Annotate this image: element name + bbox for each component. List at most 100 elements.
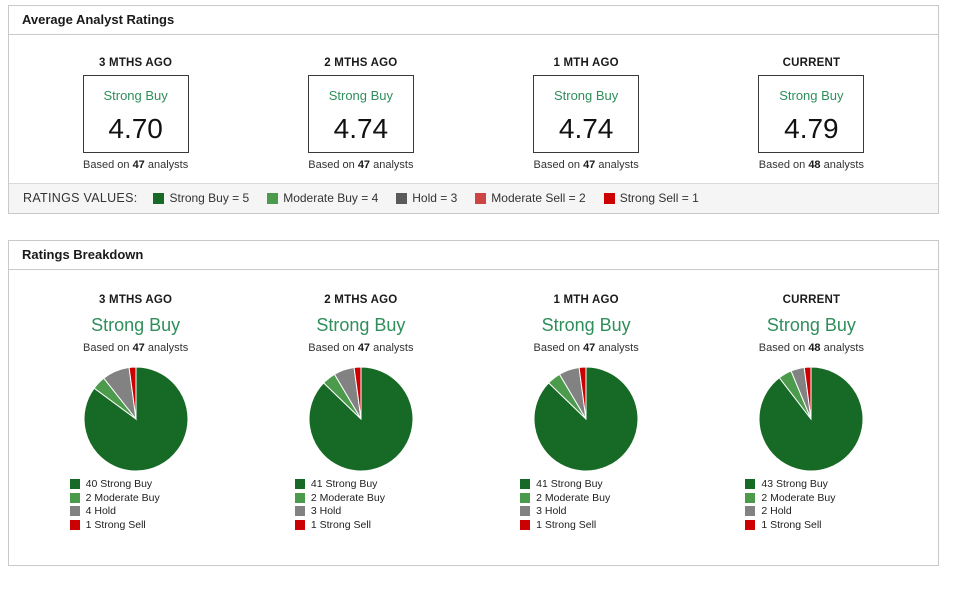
- period-label: 2 MTHS AGO: [324, 294, 398, 306]
- rating-label: Strong Buy: [766, 315, 856, 335]
- analyst-count: 47: [357, 159, 371, 171]
- pie-legend-label: 4 Hold: [85, 505, 116, 517]
- rating-value: 4.70: [108, 113, 163, 144]
- rating-box: Strong Buy 4.74: [533, 75, 640, 153]
- based-on-suffix: analysts: [598, 342, 639, 354]
- pie-legend-row: 43 Strong Buy: [745, 479, 877, 490]
- legend-swatch-icon: [475, 192, 487, 204]
- rating-label: Strong Buy: [316, 315, 406, 335]
- based-on-text: Based on 47 analysts: [23, 342, 248, 354]
- pie-legend-label: 1 Strong Sell: [536, 518, 597, 531]
- legend-swatch-icon: [520, 519, 531, 530]
- legend-swatch-icon: [294, 479, 305, 490]
- pie-chart-container: [699, 366, 924, 472]
- pie-legend-row: 40 Strong Buy: [69, 479, 202, 490]
- rating-value: 4.74: [558, 113, 614, 144]
- pie-chart-container: [474, 366, 699, 472]
- pie-legend-label: 2 Moderate Buy: [310, 491, 386, 504]
- analyst-count: 47: [132, 159, 145, 171]
- pie-legend-row: 2 Moderate Buy: [294, 491, 427, 504]
- ratings-values-label: RATINGS VALUES:: [23, 191, 138, 205]
- pie-chart: [758, 366, 864, 472]
- based-on-suffix: analysts: [147, 342, 189, 354]
- based-on-prefix: Based on: [308, 342, 355, 354]
- legend-swatch-icon: [603, 192, 615, 204]
- rating-box: Strong Buy 4.74: [307, 75, 414, 153]
- based-on-prefix: Based on: [533, 159, 580, 171]
- rating-value: 4.74: [333, 113, 389, 144]
- legend-swatch-icon: [153, 192, 165, 204]
- period-label: 1 MTH AGO: [553, 294, 619, 306]
- analyst-count: 47: [583, 159, 596, 171]
- pie-legend: 43 Strong Buy 2 Moderate Buy 2 Hold 1 St…: [745, 479, 877, 530]
- pie-legend-label: 41 Strong Buy: [310, 478, 378, 490]
- period-label: 3 MTHS AGO: [99, 57, 173, 69]
- rating-label: Strong Buy: [779, 88, 844, 103]
- average-analyst-ratings-panel: Average Analyst Ratings 3 MTHS AGO Stron…: [8, 5, 939, 214]
- pie-legend-row: 2 Moderate Buy: [745, 492, 877, 504]
- legend-swatch-icon: [294, 492, 305, 503]
- pie-legend-row: 2 Moderate Buy: [520, 492, 652, 504]
- legend-swatch-icon: [69, 479, 80, 490]
- based-on-suffix: analysts: [823, 159, 864, 171]
- pie-legend-row: 3 Hold: [520, 506, 652, 517]
- based-on-prefix: Based on: [83, 342, 130, 354]
- pie-legend: 41 Strong Buy 2 Moderate Buy 3 Hold 1 St…: [520, 479, 652, 530]
- based-on-suffix: analysts: [598, 159, 639, 171]
- analyst-count: 47: [357, 342, 371, 354]
- analyst-count: 47: [132, 342, 145, 354]
- pie-legend-row: 3 Hold: [294, 505, 427, 517]
- pie-legend-label: 2 Hold: [761, 505, 792, 517]
- rating-box: Strong Buy 4.70: [82, 75, 189, 153]
- pie-legend-row: 2 Hold: [745, 506, 877, 517]
- pie-legend: 40 Strong Buy 2 Moderate Buy 4 Hold 1 St…: [69, 479, 202, 531]
- legend-swatch-icon: [745, 506, 756, 517]
- pie-legend-label: 43 Strong Buy: [761, 478, 828, 490]
- period-label: 2 MTHS AGO: [324, 57, 398, 69]
- ratings-breakdown-column: CURRENT Strong Buy Based on 48 analysts …: [699, 294, 924, 533]
- legend-item-label: Strong Buy = 5: [169, 191, 250, 205]
- pie-legend-row: 41 Strong Buy: [520, 479, 652, 490]
- pie-chart: [83, 366, 189, 472]
- pie-chart: [308, 366, 414, 472]
- based-on-text: Based on 47 analysts: [474, 342, 699, 354]
- rating-label: Strong Buy: [328, 88, 394, 103]
- rating-value: 4.79: [784, 113, 839, 144]
- period-label: 1 MTH AGO: [553, 57, 619, 69]
- based-on-text: Based on 47 analysts: [248, 159, 473, 171]
- legend-swatch-icon: [520, 492, 531, 503]
- pie-chart-container: [23, 366, 248, 472]
- rating-label: Strong Buy: [91, 315, 181, 335]
- panel-title-ratings-breakdown: Ratings Breakdown: [9, 241, 938, 270]
- pie-legend: 41 Strong Buy 2 Moderate Buy 3 Hold 1 St…: [294, 478, 427, 530]
- based-on-text: Based on 48 analysts: [699, 159, 924, 171]
- legend-swatch-icon: [520, 479, 531, 490]
- panel-title-average-ratings: Average Analyst Ratings: [9, 6, 938, 35]
- legend-swatch-icon: [520, 506, 531, 517]
- legend-swatch-icon: [69, 492, 80, 503]
- legend-swatch-icon: [294, 506, 305, 517]
- pie-legend-row: 4 Hold: [69, 505, 202, 517]
- based-on-text: Based on 48 analysts: [699, 342, 924, 354]
- legend-swatch-icon: [294, 519, 305, 530]
- pie-legend-label: 1 Strong Sell: [85, 518, 146, 531]
- period-label: CURRENT: [782, 57, 841, 69]
- average-rating-column: 1 MTH AGO Strong Buy 4.74 Based on 47 an…: [474, 57, 699, 171]
- based-on-suffix: analysts: [373, 159, 414, 171]
- based-on-prefix: Based on: [83, 159, 130, 171]
- average-ratings-columns: 3 MTHS AGO Strong Buy 4.70 Based on 47 a…: [9, 35, 938, 183]
- rating-label: Strong Buy: [541, 315, 631, 335]
- based-on-suffix: analysts: [823, 342, 864, 354]
- based-on-prefix: Based on: [533, 342, 580, 354]
- analyst-count: 48: [808, 342, 821, 354]
- ratings-values-legend-item: Hold = 3: [396, 191, 457, 205]
- rating-label: Strong Buy: [103, 88, 168, 103]
- pie-legend-label: 3 Hold: [310, 505, 342, 517]
- ratings-breakdown-columns: 3 MTHS AGO Strong Buy Based on 47 analys…: [9, 270, 938, 565]
- legend-swatch-icon: [745, 492, 756, 503]
- pie-legend-row: 2 Moderate Buy: [69, 492, 202, 504]
- ratings-values-legend-item: Moderate Sell = 2: [475, 191, 586, 205]
- based-on-prefix: Based on: [758, 159, 806, 171]
- ratings-breakdown-column: 3 MTHS AGO Strong Buy Based on 47 analys…: [23, 294, 248, 533]
- ratings-values-legend-item: Strong Buy = 5: [153, 191, 249, 205]
